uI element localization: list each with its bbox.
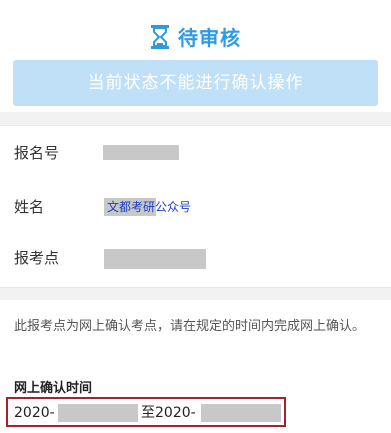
confirmation-period-highlight: 2020- 至2020-: [6, 397, 286, 427]
section-divider: [0, 112, 391, 125]
period-start-redacted: [58, 404, 138, 422]
notice-description: 此报考点为网上确认考点，请在规定的时间内完成网上确认。: [14, 319, 366, 334]
name-watermark: 文都考研公众号: [107, 200, 192, 214]
confirmation-notice-section: 此报考点为网上确认考点，请在规定的时间内完成网上确认。 网上确认时间 2020-…: [0, 300, 391, 433]
exam-site-label: 报考点: [14, 249, 60, 267]
name-row: 姓名 文都考研公众号: [0, 192, 391, 222]
registration-number-label: 报名号: [14, 144, 60, 162]
name-label: 姓名: [14, 198, 45, 216]
period-separator: 至2020-: [141, 405, 196, 421]
registration-number-redacted: [103, 145, 179, 160]
status-row: 待审核: [0, 22, 391, 51]
registration-number-row: 报名号: [0, 138, 391, 168]
confirmation-period-heading: 网上确认时间: [14, 381, 93, 396]
confirm-disabled-button[interactable]: 当前状态不能进行确认操作: [13, 60, 378, 106]
status-header: 待审核 当前状态不能进行确认操作: [0, 0, 391, 112]
period-end-redacted: [201, 404, 281, 422]
section-divider: [0, 288, 391, 300]
exam-site-redacted: [104, 249, 206, 269]
period-start-prefix: 2020-: [14, 405, 55, 421]
exam-site-row: 报考点: [0, 243, 391, 273]
hourglass-icon: [151, 24, 169, 49]
status-title: 待审核: [178, 26, 241, 50]
applicant-info-section: 报名号 姓名 文都考研公众号 报考点: [0, 125, 391, 288]
